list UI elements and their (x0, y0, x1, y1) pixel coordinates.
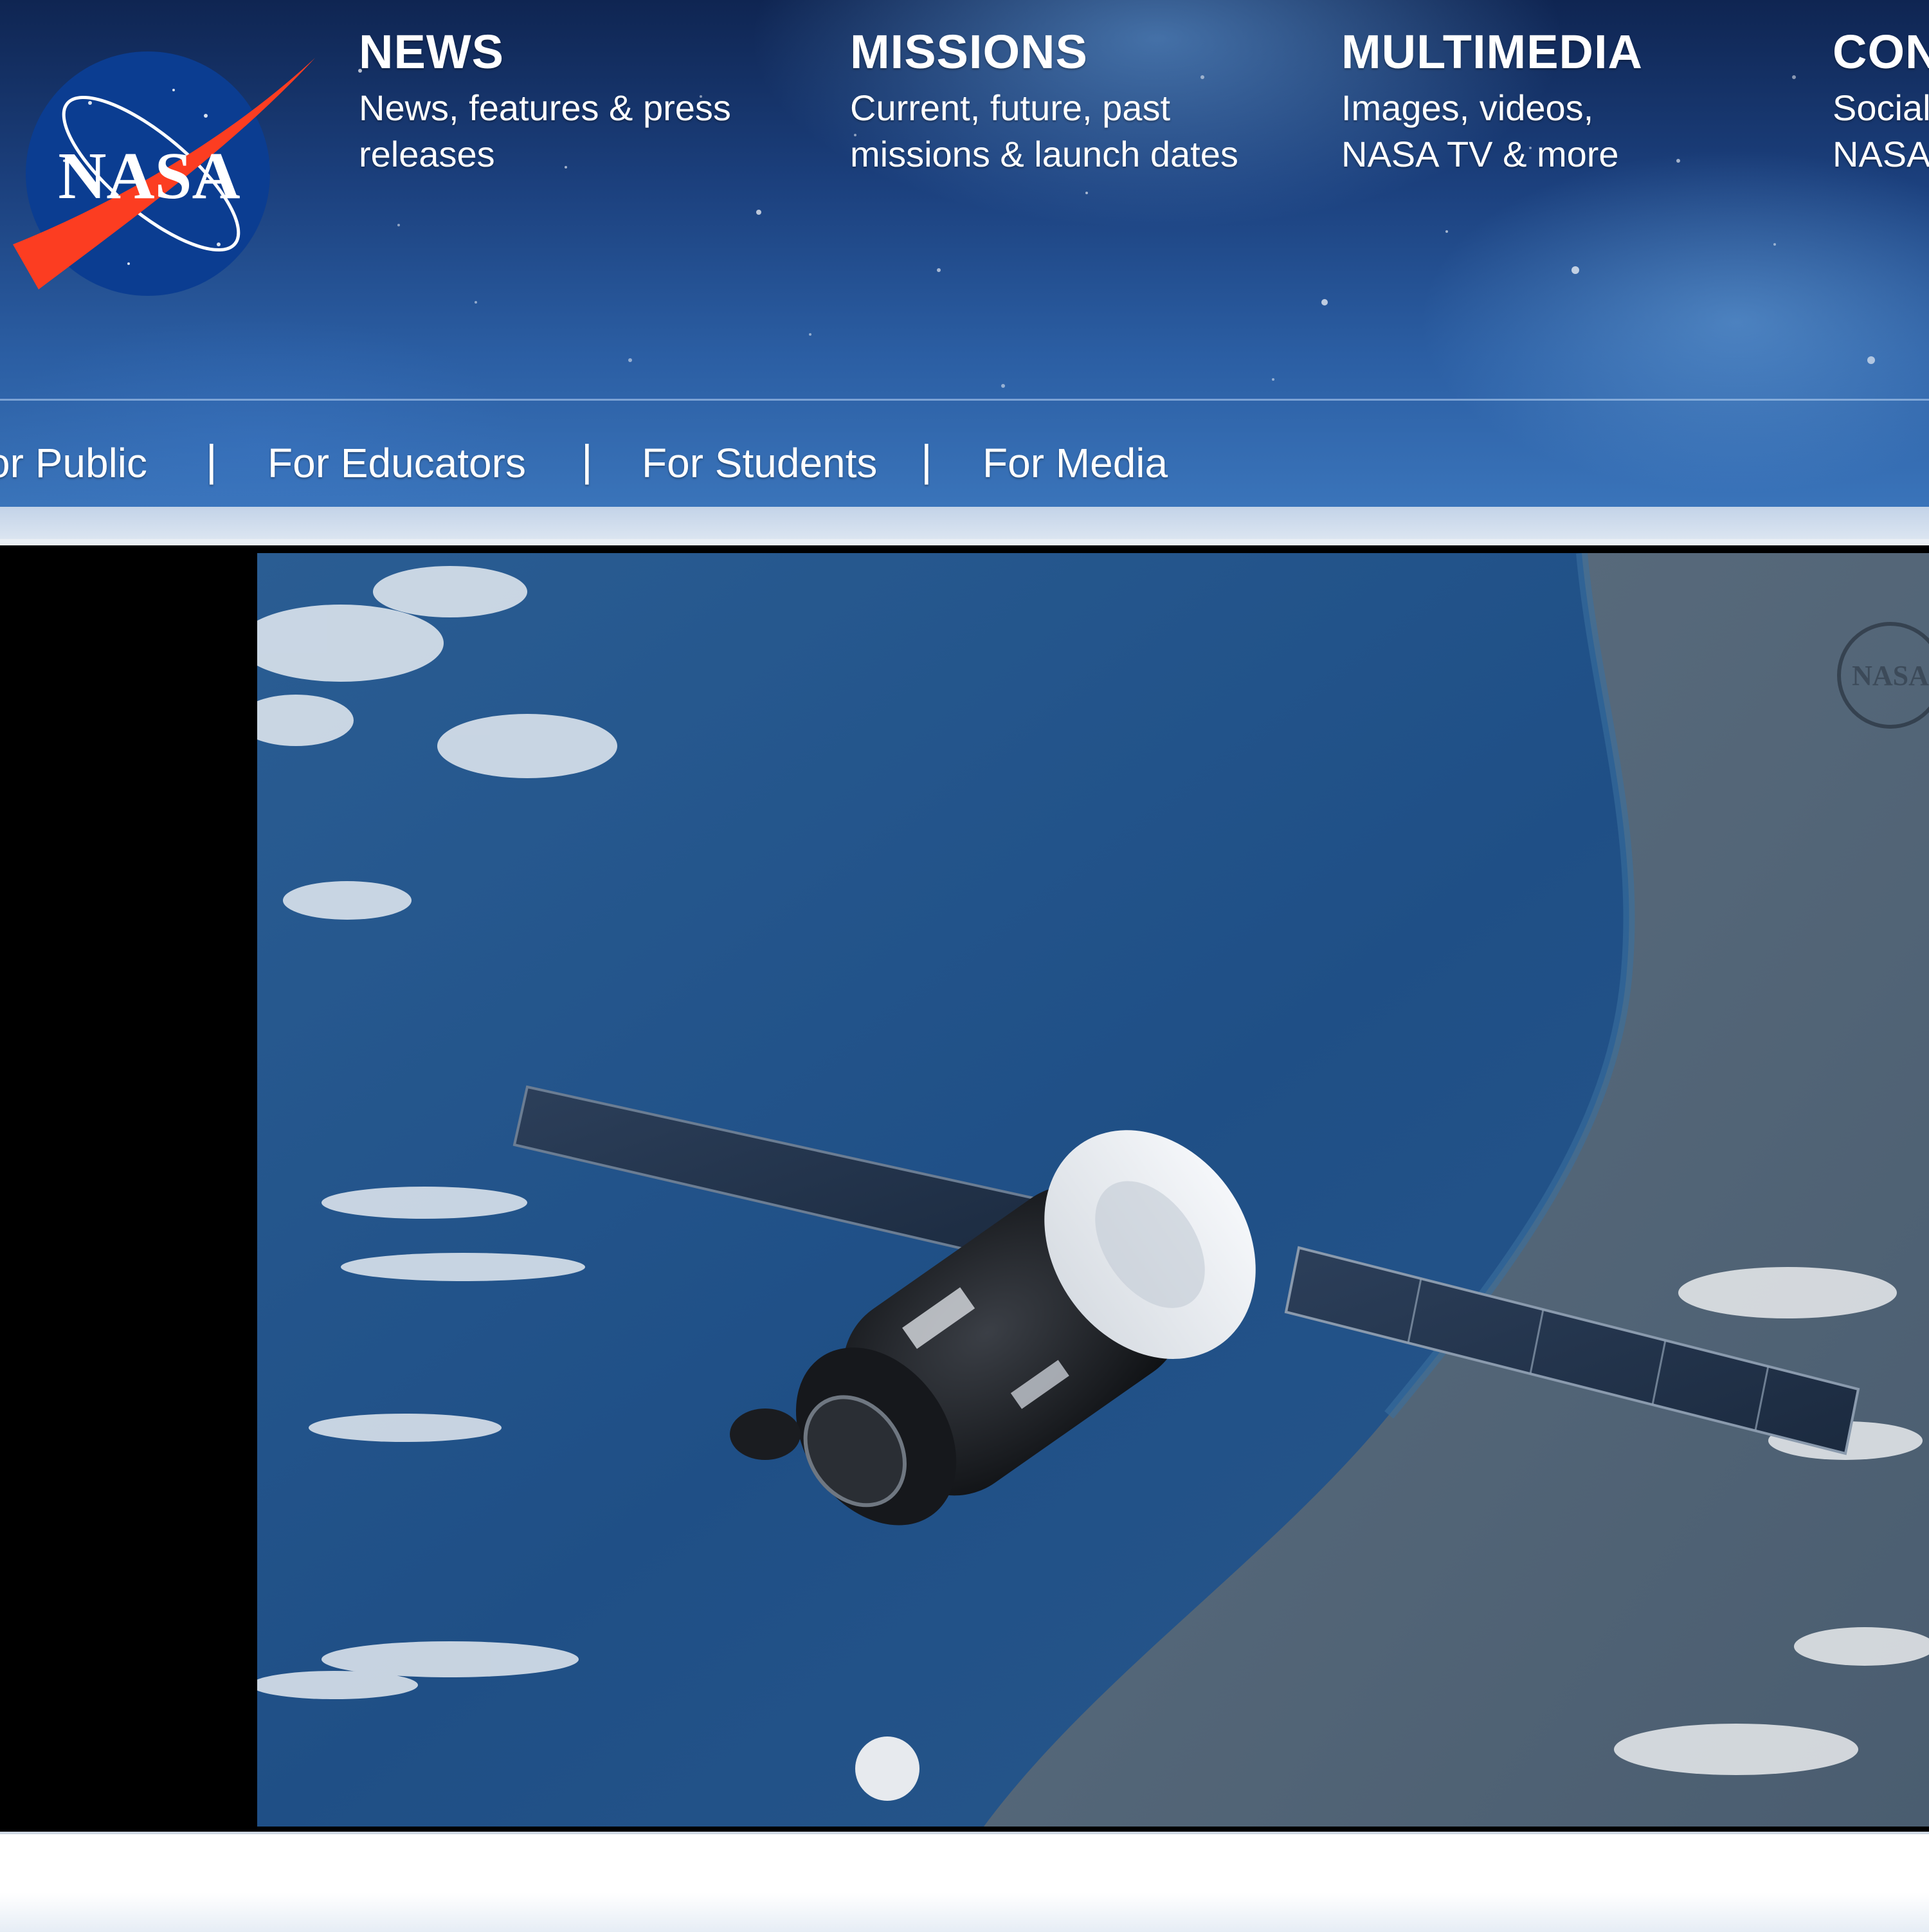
nav-news[interactable]: NEWS News, features & press releases (359, 24, 809, 178)
header-shadow-bar (0, 507, 1929, 539)
audience-media-link[interactable]: For Media (983, 437, 1168, 489)
audience-nav: or Public | For Educators | For Students… (0, 412, 1929, 507)
nav-connect-desc: Social NASA (1833, 87, 1929, 174)
nav-news-desc: News, features & press releases (359, 87, 731, 174)
nav-missions[interactable]: MISSIONS Current, future, past missions … (850, 24, 1300, 178)
page-content-strip (0, 1832, 1929, 1932)
nav-multimedia[interactable]: MULTIMEDIA Images, videos, NASA TV & mor… (1341, 24, 1676, 178)
video-player[interactable]: NASA (257, 553, 1929, 1827)
nav-multimedia-title[interactable]: MULTIMEDIA (1341, 24, 1676, 80)
nav-missions-title[interactable]: MISSIONS (850, 24, 1300, 80)
audience-public-link[interactable]: or Public (0, 437, 147, 489)
nasa-logo-text: NASA (58, 139, 240, 213)
audience-separator: | (206, 436, 217, 485)
audience-educators-link[interactable]: For Educators (267, 437, 526, 489)
nav-connect[interactable]: CON Social NASA (1833, 24, 1929, 178)
site-header: NASA NEWS News, features & press release… (0, 0, 1929, 507)
nav-multimedia-desc: Images, videos, NASA TV & more (1341, 87, 1619, 174)
audience-separator: | (921, 436, 932, 485)
nav-missions-desc: Current, future, past missions & launch … (850, 87, 1238, 174)
nav-connect-title[interactable]: CON (1833, 24, 1929, 80)
audience-students-link[interactable]: For Students (642, 437, 877, 489)
header-divider (0, 399, 1929, 401)
nasa-logo[interactable]: NASA (13, 45, 315, 315)
spacecraft-video-still: NASA (257, 553, 1929, 1827)
nav-news-title[interactable]: NEWS (359, 24, 809, 80)
audience-separator: | (581, 436, 593, 485)
nasa-watermark-text: NASA (1852, 660, 1929, 691)
